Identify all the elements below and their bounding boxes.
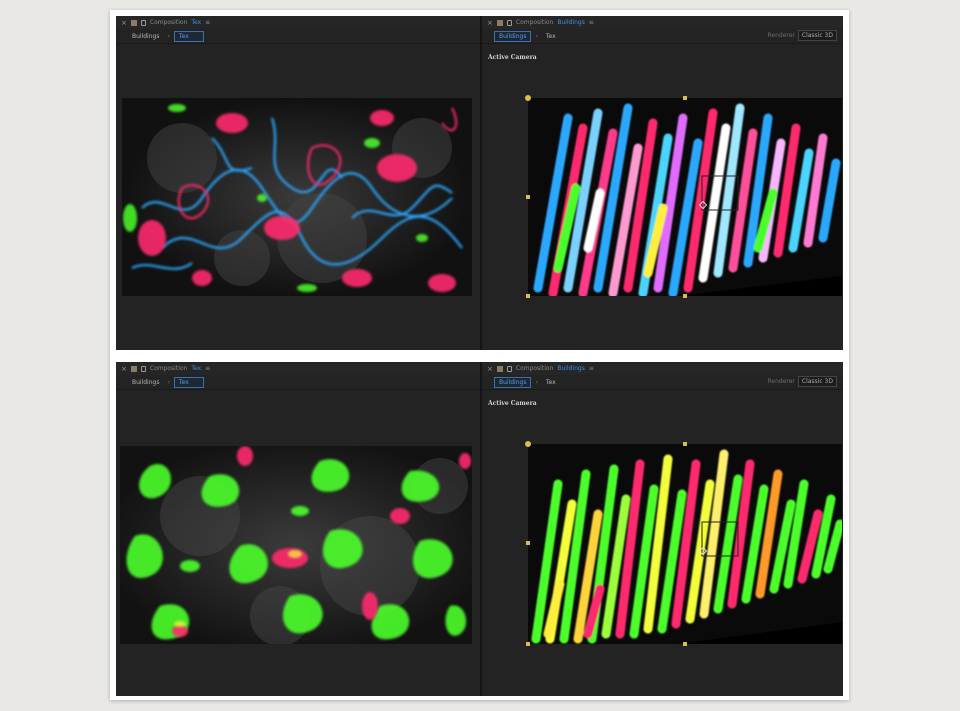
tab-tex[interactable]: Tex [542,32,560,41]
composition-icon [130,19,137,26]
composition-icon [496,365,503,372]
panel-menu-icon[interactable]: ≡ [589,19,594,26]
layer-handle-top[interactable] [683,442,687,446]
tab-separator: ‹ [535,378,538,386]
panel-header: × Composition Tex ≡ [116,16,480,29]
panel-divider[interactable] [480,362,482,696]
tab-buildings[interactable]: Buildings [494,376,532,388]
tab-tex[interactable]: Tex [173,30,204,42]
header-prefix: Composition [149,365,188,372]
renderer-dropdown[interactable]: Classic 3D [797,376,837,387]
tab-tex[interactable]: Tex [173,376,204,388]
panel-divider[interactable] [480,16,482,350]
composition-viewer[interactable] [120,446,472,644]
close-icon[interactable]: × [121,365,127,373]
composition-viewer[interactable] [122,98,472,296]
composition-icon [496,19,503,26]
panel-bottom-right: × Composition Buildings ≡ Buildings ‹ Te… [482,362,843,696]
panel-menu-icon[interactable]: ≡ [205,365,210,372]
composition-icon [130,365,137,372]
header-comp-name: Buildings [557,19,585,26]
renderer-dropdown[interactable]: Classic 3D [797,30,837,41]
composition-viewer[interactable] [528,444,842,644]
header-comp-name: Tex [191,365,202,372]
tab-separator: ‹ [535,32,538,40]
layer-handle-bottom-left[interactable] [526,294,530,298]
lock-icon[interactable] [140,365,146,372]
tab-tex[interactable]: Tex [542,378,560,387]
panel-header: × Composition Buildings ≡ [482,362,843,375]
close-icon[interactable]: × [487,19,493,27]
header-prefix: Composition [515,365,554,372]
layer-handle-left[interactable] [526,195,530,199]
header-comp-name: Buildings [557,365,585,372]
layer-handle-top[interactable] [683,96,687,100]
layer-handle-left[interactable] [526,541,530,545]
renderer-control: Renderer Classic 3D [767,30,837,41]
panel-menu-icon[interactable]: ≡ [205,19,210,26]
header-prefix: Composition [149,19,188,26]
panel-top-left: × Composition Tex ≡ Buildings ‹ Tex [116,16,480,350]
panel-bottom-left: × Composition Tex ≡ Buildings ‹ Tex [116,362,480,696]
camera-anchor-handle[interactable] [525,441,531,447]
layer-handle-bottom-left[interactable] [526,642,530,646]
lock-icon[interactable] [140,19,146,26]
close-icon[interactable]: × [487,365,493,373]
screenshot-frame: × Composition Tex ≡ Buildings ‹ Tex × Co… [110,10,849,700]
tab-separator: ‹ [167,378,170,386]
close-icon[interactable]: × [121,19,127,27]
renderer-label: Renderer [767,32,795,39]
composition-viewer[interactable] [528,98,842,296]
renderer-label: Renderer [767,378,795,385]
comp-tab-bar: Buildings ‹ Tex [116,375,480,390]
lock-icon[interactable] [506,19,512,26]
comp-tab-bar: Buildings ‹ Tex [116,29,480,44]
camera-anchor-handle[interactable] [525,95,531,101]
tab-buildings[interactable]: Buildings [494,30,532,42]
header-prefix: Composition [515,19,554,26]
layer-handle-bottom[interactable] [683,642,687,646]
panel-menu-icon[interactable]: ≡ [589,365,594,372]
active-camera-label: Active Camera [488,400,537,407]
active-camera-label: Active Camera [488,54,537,61]
header-comp-name: Tex [191,19,202,26]
tab-buildings[interactable]: Buildings [128,378,163,387]
panel-header: × Composition Buildings ≡ [482,16,843,29]
tab-buildings[interactable]: Buildings [128,32,163,41]
panel-header: × Composition Tex ≡ [116,362,480,375]
renderer-control: Renderer Classic 3D [767,376,837,387]
tab-separator: ‹ [167,32,170,40]
layer-handle-bottom[interactable] [683,294,687,298]
panel-top-right: × Composition Buildings ≡ Buildings ‹ Te… [482,16,843,350]
lock-icon[interactable] [506,365,512,372]
